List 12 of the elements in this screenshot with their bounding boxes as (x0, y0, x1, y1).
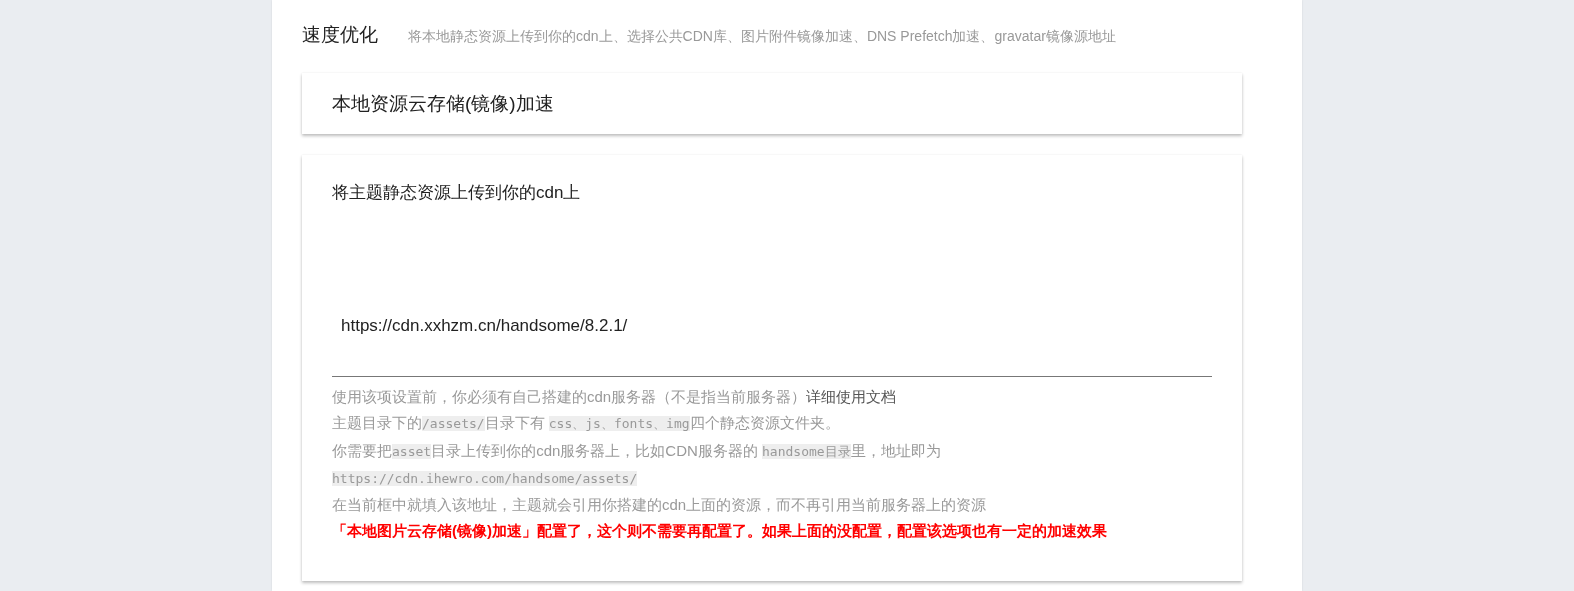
section-description: 将本地静态资源上传到你的cdn上、选择公共CDN库、图片附件镜像加速、DNS Prefetch加速、gravatar镜像源地址 (408, 28, 1116, 46)
help-text: 你需要把asset 目录上传到你的cdn服务器上，比如CDN服务器的 handsome目录里，地址即为 (332, 440, 942, 461)
field-label: 将主题静态资源上传到你的cdn上 (332, 182, 582, 204)
section-title: 速度优化 (302, 23, 378, 47)
help-text: 使用该项设置前，你必须有自己搭建的cdn服务器（不是指当前服务器）详细使用文档 (332, 387, 898, 407)
help-text: 主题目录下的/assets/目录下有 css、js、fonts、img四个静态资源文件夹。 (332, 413, 841, 434)
url-input[interactable]: https://cdn.xxhzm.cn/handsome/8.2.1/ (332, 304, 1212, 377)
help-text: 在当前框中就填入该地址，主题就会引用你搭建的cdn上面的资源，而不再引用当前服务器上的资源 (332, 495, 988, 516)
card-title: 本地资源云存储(镜像)加速 (332, 91, 554, 116)
warning-text: 「本地图片云存储(镜像)加速」配置了，这个则不需要再配置了。如果上面的没配置，配置该选项也有一定的加速效果 (332, 521, 1108, 542)
help-text: https://cdn.ihewro.com/handsome/assets/ (332, 469, 639, 488)
docs-link[interactable]: 详细使用文档 (806, 388, 897, 405)
